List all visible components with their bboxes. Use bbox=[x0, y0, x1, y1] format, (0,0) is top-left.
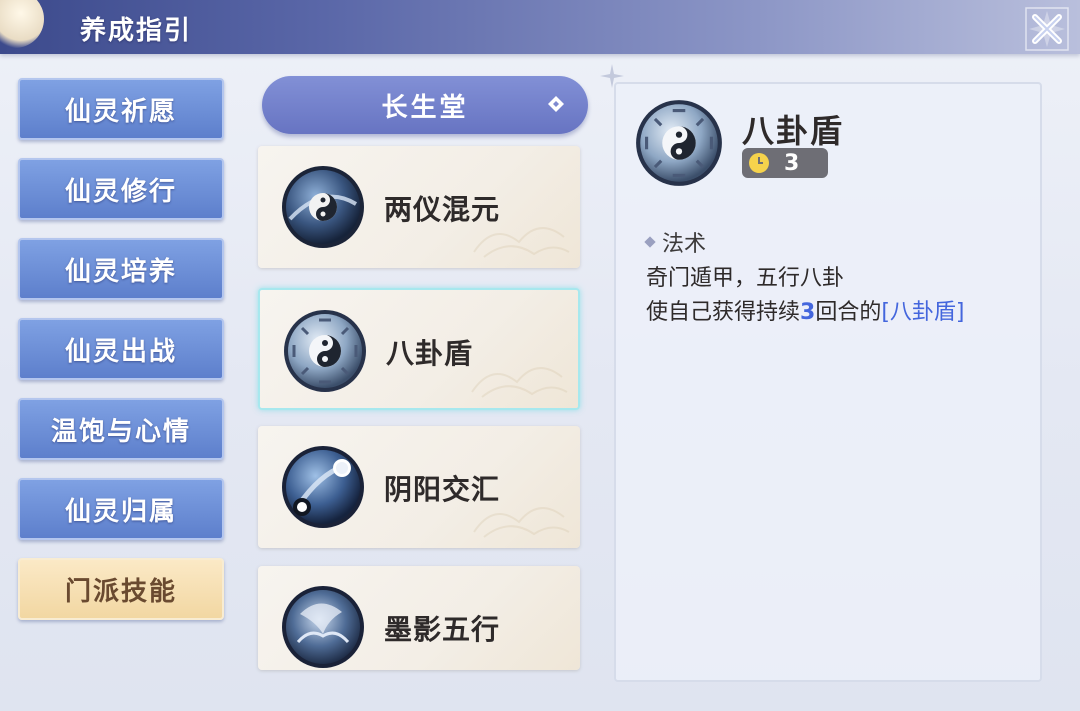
sidebar-item-label: 仙灵修行 bbox=[64, 176, 177, 207]
sidebar-item-hunger-mood[interactable]: 温饱与心情 bbox=[18, 398, 224, 460]
skill-card[interactable]: 墨影五行 bbox=[258, 566, 580, 670]
bagua-shield-icon bbox=[636, 100, 722, 186]
sidebar-item-spirit-ownership[interactable]: 仙灵归属 bbox=[18, 478, 224, 540]
moon-decoration bbox=[0, 0, 44, 48]
sidebar-item-label: 仙灵出战 bbox=[64, 336, 177, 367]
skill-detail-panel: 八卦盾 3 法术 奇门遁甲，五行八卦 使自己获得持续3回合的[八卦盾] bbox=[614, 82, 1042, 682]
skill-name: 墨影五行 bbox=[384, 613, 501, 646]
sidebar-item-spirit-battle[interactable]: 仙灵出战 bbox=[18, 318, 224, 380]
skill-card[interactable]: 八卦盾 bbox=[258, 288, 580, 410]
sidebar-item-label: 仙灵祈愿 bbox=[64, 96, 177, 127]
sidebar-item-label: 门派技能 bbox=[64, 576, 177, 607]
bagua-shield-icon bbox=[284, 310, 366, 392]
skill-description-line: 奇门遁甲，五行八卦 bbox=[646, 266, 845, 291]
skill-type-tag: 法术 bbox=[644, 226, 707, 258]
page-title: 养成指引 bbox=[80, 16, 193, 46]
skill-card[interactable]: 阴阳交汇 bbox=[258, 426, 580, 548]
sidebar-item-label: 仙灵培养 bbox=[64, 256, 177, 287]
sidebar-item-spirit-practice[interactable]: 仙灵修行 bbox=[18, 158, 224, 220]
close-button[interactable] bbox=[1020, 2, 1074, 56]
clock-icon bbox=[749, 153, 769, 173]
ink-five-elements-icon bbox=[282, 586, 364, 668]
effect-text: 使自己获得持续 bbox=[646, 300, 801, 325]
skill-card[interactable]: 两仪混元 bbox=[258, 146, 580, 268]
close-icon bbox=[1025, 7, 1069, 51]
cloud-decoration bbox=[473, 227, 570, 258]
cloud-decoration bbox=[471, 367, 568, 398]
yinyang-meet-icon bbox=[282, 446, 364, 528]
skill-name: 八卦盾 bbox=[386, 337, 474, 370]
sidebar-item-label: 温饱与心情 bbox=[50, 416, 191, 447]
skill-type-label: 法术 bbox=[662, 232, 707, 257]
cooldown-value: 3 bbox=[784, 150, 800, 176]
taiji-orb-icon bbox=[282, 166, 364, 248]
detail-skill-name: 八卦盾 bbox=[742, 112, 845, 150]
sect-dropdown[interactable]: 长生堂 bbox=[262, 76, 588, 134]
diamond-bullet-icon bbox=[644, 236, 656, 248]
buff-link[interactable]: [八卦盾] bbox=[881, 300, 964, 325]
dropdown-selected-label: 长生堂 bbox=[381, 92, 469, 123]
sidebar-item-spirit-nurture[interactable]: 仙灵培养 bbox=[18, 238, 224, 300]
sidebar-item-label: 仙灵归属 bbox=[64, 496, 177, 527]
sidebar-item-sect-skills[interactable]: 门派技能 bbox=[18, 558, 224, 620]
effect-duration: 3 bbox=[800, 300, 816, 325]
effect-text: 回合的 bbox=[815, 300, 882, 325]
header-bar: 养成指引 bbox=[0, 0, 1080, 54]
cloud-decoration bbox=[473, 507, 570, 538]
sidebar-item-spirit-wish[interactable]: 仙灵祈愿 bbox=[18, 78, 224, 140]
chevron-down-icon bbox=[548, 96, 564, 112]
skill-effect-line: 使自己获得持续3回合的[八卦盾] bbox=[646, 294, 965, 326]
cooldown-badge: 3 bbox=[742, 148, 828, 178]
